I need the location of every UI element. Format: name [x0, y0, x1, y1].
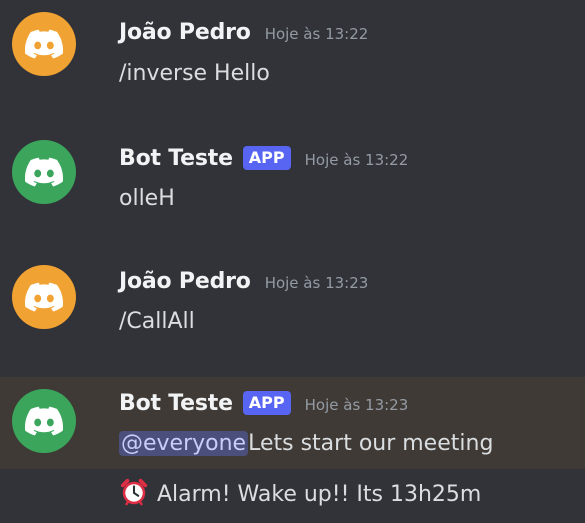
- discord-logo-icon: [25, 29, 63, 59]
- username[interactable]: João Pedro: [119, 20, 251, 45]
- discord-logo-icon: [25, 282, 63, 312]
- app-badge: APP: [242, 146, 291, 170]
- message-header: João Pedro Hoje às 13:23: [119, 265, 368, 297]
- discord-logo-icon: [25, 157, 63, 187]
- message-3: João Pedro Hoje às 13:23 /CallAll: [0, 245, 585, 377]
- app-badge: APP: [242, 391, 291, 415]
- username[interactable]: Bot Teste: [119, 146, 233, 171]
- message-header: Bot Teste APP Hoje às 13:23: [119, 387, 408, 419]
- discord-logo-icon: [25, 406, 63, 436]
- alarm-clock-icon: [120, 478, 148, 506]
- followup-text: Alarm! Wake up!! Its 13h25m: [157, 482, 482, 507]
- followup-content: Alarm! Wake up!! Its 13h25m: [119, 477, 481, 511]
- message-header: Bot Teste APP Hoje às 13:22: [119, 142, 408, 174]
- username[interactable]: Bot Teste: [119, 391, 233, 416]
- message-4-mention-highlight: Bot Teste APP Hoje às 13:23 @everyoneLet…: [0, 377, 585, 469]
- timestamp: Hoje às 13:22: [304, 151, 409, 169]
- username[interactable]: João Pedro: [119, 269, 251, 294]
- timestamp: Hoje às 13:22: [264, 25, 369, 43]
- message-content: olleH: [119, 186, 175, 211]
- message-content: @everyoneLets start our meeting: [119, 428, 493, 460]
- avatar-bot-teste[interactable]: [12, 140, 76, 204]
- message-content: /inverse Hello: [119, 61, 270, 86]
- message-text: Lets start our meeting: [248, 431, 494, 456]
- avatar-bot-teste[interactable]: [12, 389, 76, 453]
- timestamp: Hoje às 13:23: [304, 396, 409, 414]
- timestamp: Hoje às 13:23: [264, 274, 369, 292]
- message-4-followup: Alarm! Wake up!! Its 13h25m: [0, 469, 585, 523]
- message-content: /CallAll: [119, 309, 195, 334]
- message-header: João Pedro Hoje às 13:22: [119, 16, 368, 48]
- avatar-joao-pedro[interactable]: [12, 265, 76, 329]
- message-1: João Pedro Hoje às 13:22 /inverse Hello: [0, 0, 585, 120]
- everyone-mention[interactable]: @everyone: [119, 431, 249, 456]
- avatar-joao-pedro[interactable]: [12, 12, 76, 76]
- message-2: Bot Teste APP Hoje às 13:22 olleH: [0, 120, 585, 245]
